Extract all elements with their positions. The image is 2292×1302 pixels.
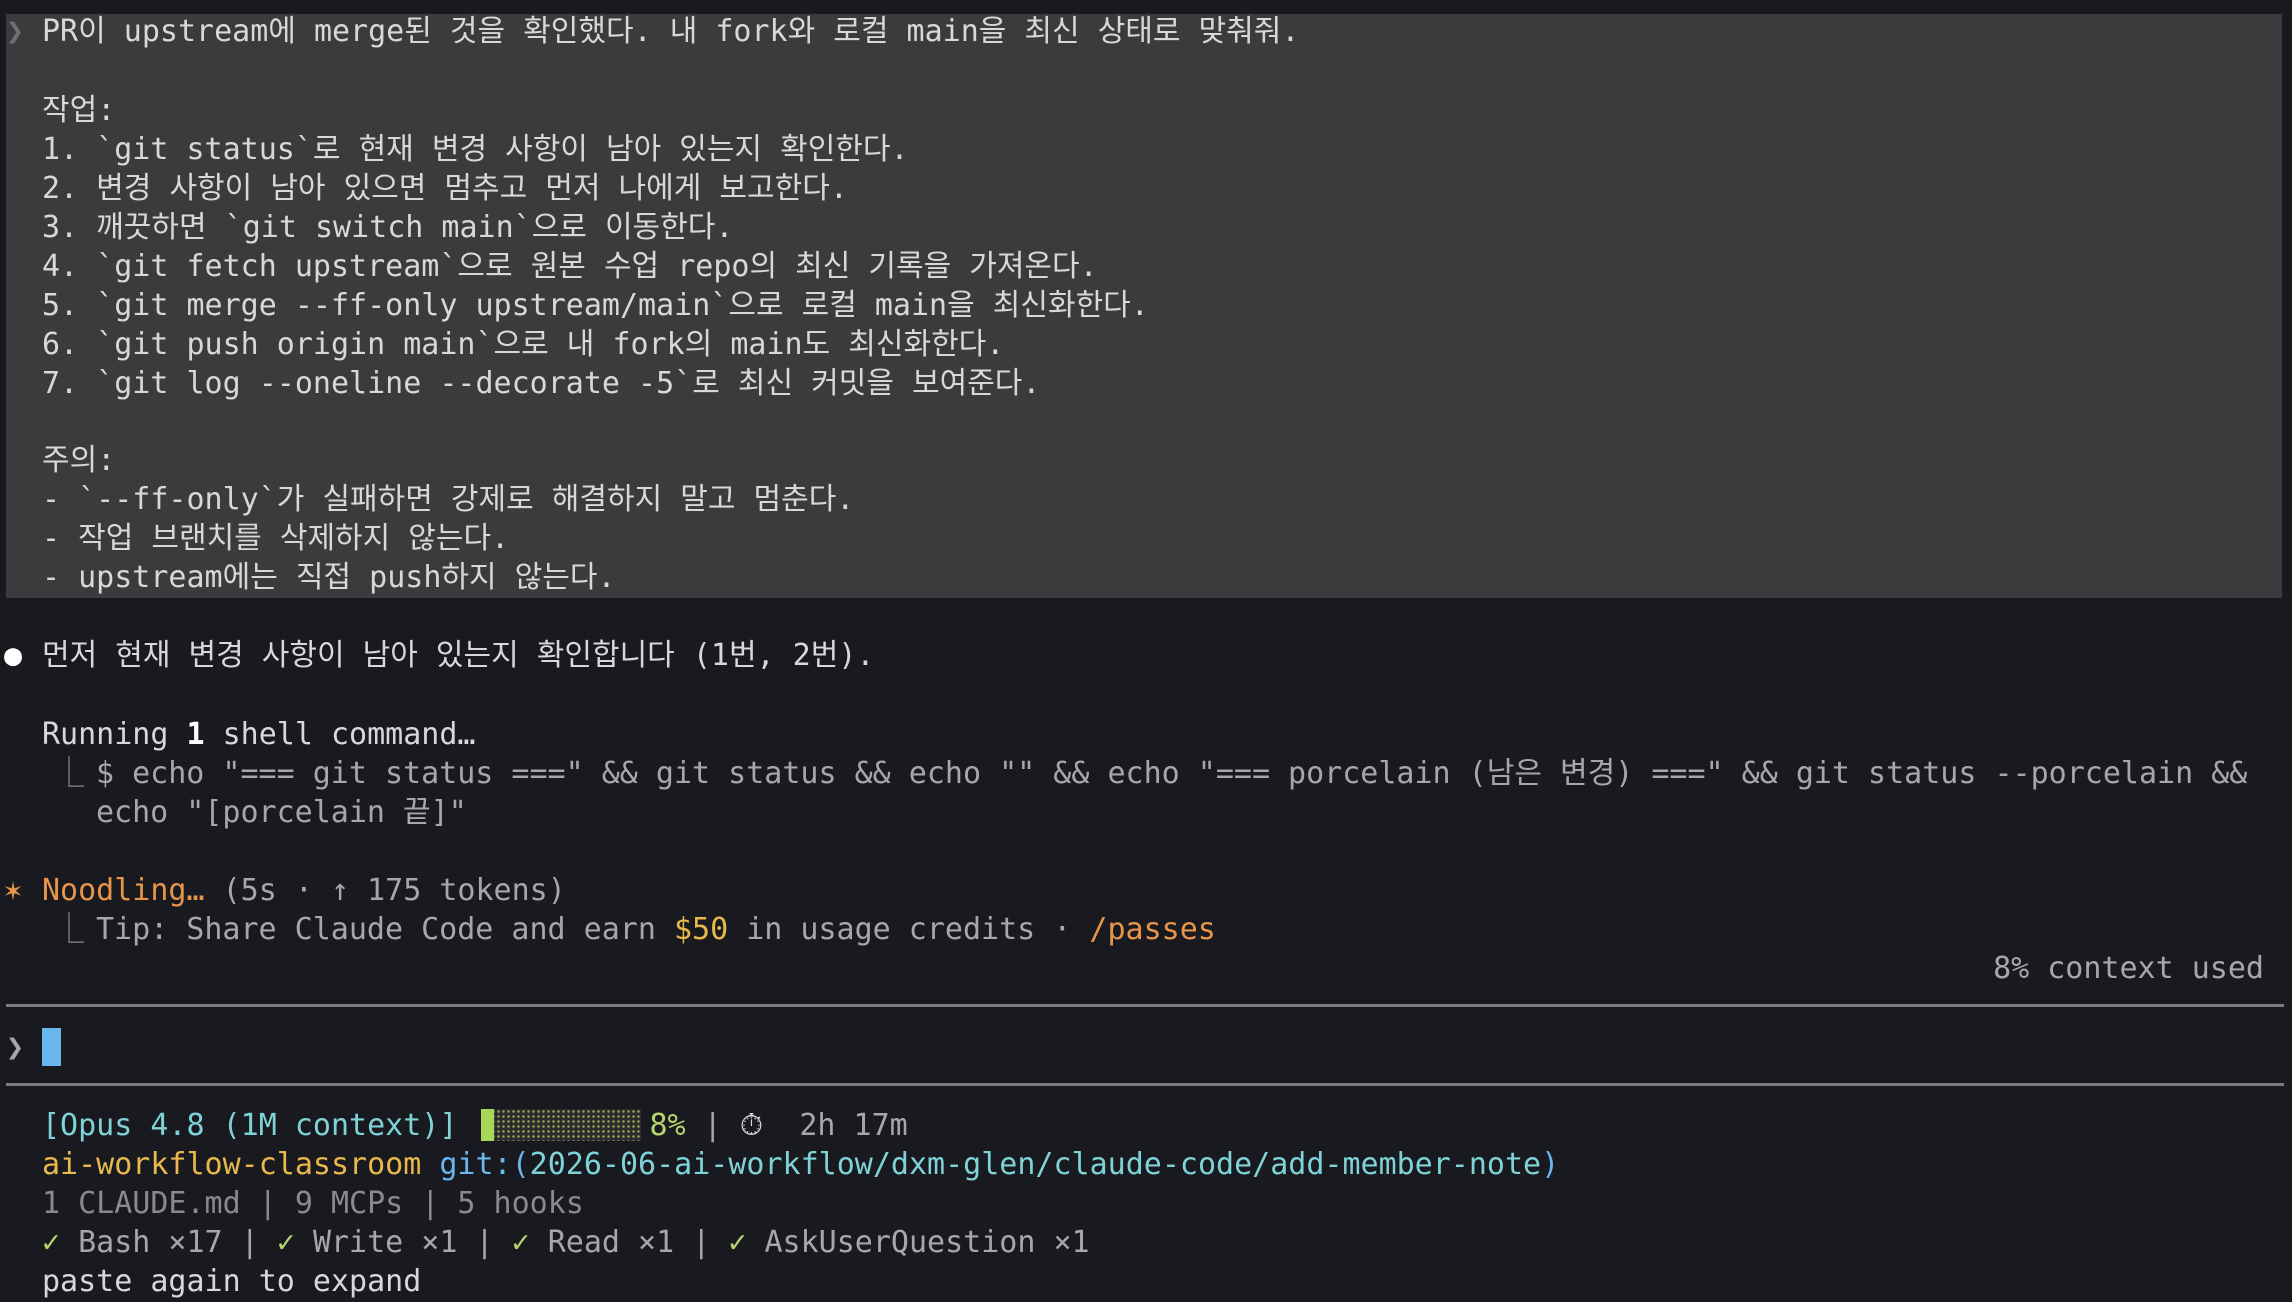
running-command-status: Running 1 shell command… [42, 717, 476, 752]
shell-command-line: $ echo "=== git status ===" && git statu… [96, 756, 2248, 791]
prompt-line: 7. `git log --oneline --decorate -5`로 최신… [42, 366, 1041, 401]
context-used-indicator: 8% context used [1993, 951, 2264, 986]
repo-name: ai-workflow-classroom [42, 1147, 422, 1182]
check-icon: ✓ [42, 1225, 61, 1260]
prompt-line: 2. 변경 사항이 남아 있으면 멈추고 먼저 나에게 보고한다. [42, 171, 848, 206]
prompt-chevron-icon: ❯ [6, 14, 25, 49]
prompt-line: 주의: [42, 443, 116, 478]
prompt-line: - upstream에는 직접 push하지 않는다. [42, 560, 616, 595]
elapsed-time: 2h 17m [799, 1108, 908, 1143]
context-progress-bar [481, 1109, 642, 1141]
model-label: [Opus 4.8 (1M context)] [42, 1108, 458, 1143]
statusline-git-row: ai-workflow-classroom git:(2026-06-ai-wo… [42, 1147, 1560, 1182]
prompt-line: 6. `git push origin main`으로 내 fork의 main… [42, 327, 1005, 362]
tool-usage-row: ✓ Bash ×17 | ✓ Write ×1 | ✓ Read ×1 | ✓ … [42, 1225, 1090, 1260]
branch-name: 2026-06-ai-workflow/dxm-glen/claude-code… [529, 1147, 1542, 1182]
check-icon: ✓ [276, 1225, 295, 1260]
input-cursor[interactable] [42, 1028, 61, 1066]
assistant-message: 먼저 현재 변경 사항이 남아 있는지 확인합니다 (1번, 2번). [42, 638, 875, 673]
prompt-line: - `--ff-only`가 실패하면 강제로 해결하지 말고 멈춘다. [42, 482, 855, 517]
tip-text: Tip: Share Claude Code and earn $50 in u… [96, 912, 1216, 947]
statusline-model-row: [Opus 4.8 (1M context)] 8% | ⏱ 2h 17m [42, 1108, 908, 1143]
tree-branch-icon: ⎿ [54, 756, 84, 791]
shell-command-line: echo "[porcelain 끝]" [96, 795, 467, 830]
config-summary: 1 CLAUDE.md | 9 MCPs | 5 hooks [42, 1186, 584, 1221]
check-icon: ✓ [728, 1225, 747, 1260]
prompt-line: 1. `git status`로 현재 변경 사항이 남아 있는지 확인한다. [42, 132, 909, 167]
input-top-divider [6, 1004, 2284, 1007]
context-percent: 8% [649, 1108, 686, 1143]
prompt-line: 3. 깨끗하면 `git switch main`으로 이동한다. [42, 210, 734, 245]
passes-command-link[interactable]: /passes [1089, 912, 1215, 947]
prompt-line: 작업: [42, 93, 116, 128]
prompt-line: - 작업 브랜치를 삭제하지 않는다. [42, 521, 510, 556]
activity-status: Noodling… (5s · ↑ 175 tokens) [42, 873, 566, 908]
prompt-line: 5. `git merge --ff-only upstream/main`으로… [42, 288, 1149, 323]
input-chevron-icon: ❯ [6, 1030, 25, 1065]
prompt-line: 4. `git fetch upstream`으로 원본 수업 repo의 최신… [42, 249, 1098, 284]
assistant-bullet-icon: ● [4, 638, 23, 673]
spinner-icon: ✶ [4, 873, 23, 908]
context-progress-fill [481, 1109, 495, 1141]
input-bottom-divider [6, 1083, 2284, 1086]
timer-icon: ⏱ [739, 1108, 764, 1143]
paste-hint: paste again to expand [42, 1264, 422, 1299]
check-icon: ✓ [511, 1225, 530, 1260]
prompt-line: PR이 upstream에 merge된 것을 확인했다. 내 fork와 로컬… [42, 14, 1300, 49]
tree-branch-icon: ⎿ [54, 912, 84, 947]
